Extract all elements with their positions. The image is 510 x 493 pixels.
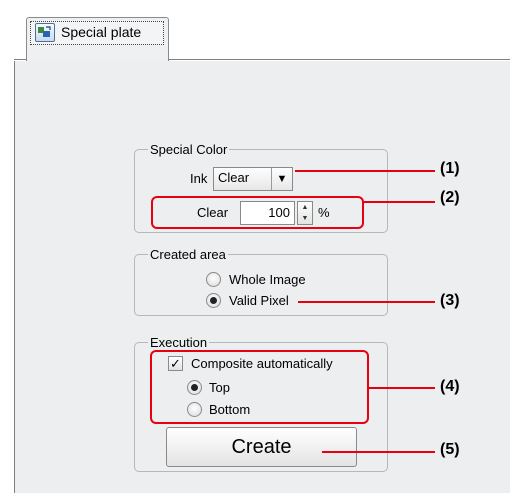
chevron-down-icon[interactable]: ▼ bbox=[271, 168, 292, 190]
callout-label-3: (3) bbox=[440, 292, 460, 309]
callout-line-1 bbox=[295, 170, 435, 172]
special-color-legend: Special Color bbox=[148, 142, 230, 157]
callout-label-4: (4) bbox=[440, 378, 460, 395]
create-button[interactable]: Create bbox=[166, 427, 357, 467]
callout-line-5 bbox=[322, 451, 435, 453]
callout-label-1: (1) bbox=[440, 160, 460, 177]
callout-line-3 bbox=[298, 301, 435, 303]
callout-line-4 bbox=[369, 387, 435, 389]
ink-select-value: Clear bbox=[218, 170, 250, 185]
whole-image-radio[interactable] bbox=[206, 272, 221, 287]
callout-label-2: (2) bbox=[440, 189, 460, 206]
execution-legend: Execution bbox=[148, 335, 210, 350]
tab-label: Special plate bbox=[61, 24, 142, 40]
callout-box-2 bbox=[151, 196, 364, 229]
created-area-legend: Created area bbox=[148, 247, 228, 262]
callout-box-4 bbox=[150, 350, 369, 424]
valid-pixel-label: Valid Pixel bbox=[229, 293, 289, 308]
ink-label: Ink bbox=[190, 171, 208, 186]
callout-line-2 bbox=[364, 201, 435, 203]
callout-label-5: (5) bbox=[440, 441, 460, 458]
special-plate-icon bbox=[35, 23, 55, 42]
whole-image-label: Whole Image bbox=[229, 272, 306, 287]
valid-pixel-radio[interactable] bbox=[206, 293, 221, 308]
